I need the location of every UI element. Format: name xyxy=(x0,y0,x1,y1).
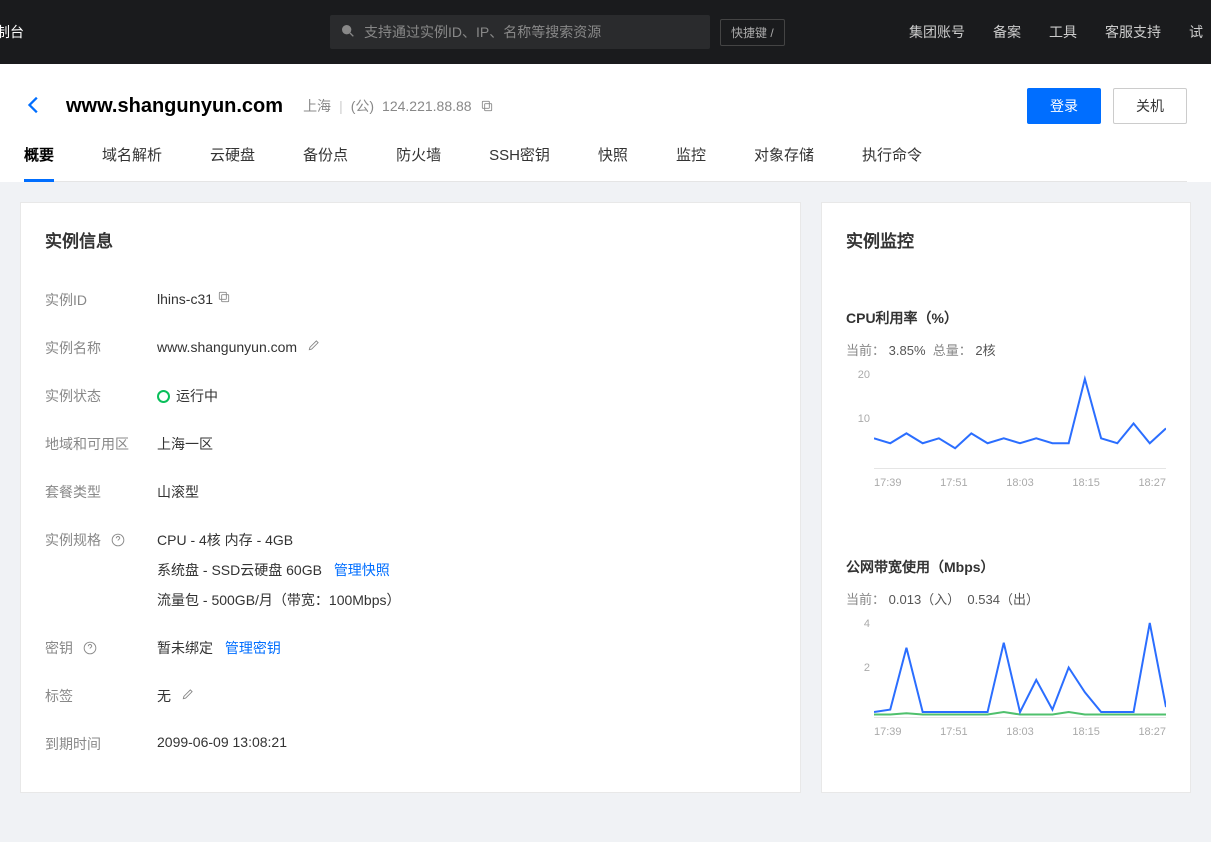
topbar-link-support[interactable]: 客服支持 xyxy=(1105,22,1161,42)
row-plan: 套餐类型 山滚型 xyxy=(45,468,776,516)
cpu-chart-sub: 当前： 3.85% 总量： 2核 xyxy=(846,340,1166,359)
value-key: 暂未绑定 管理密钥 xyxy=(157,638,776,658)
tab-overview[interactable]: 概要 xyxy=(24,144,54,181)
tab-exec[interactable]: 执行命令 xyxy=(862,144,922,181)
topbar-links: 集团账号 备案 工具 客服支持 试 xyxy=(909,22,1211,42)
row-key: 密钥 暂未绑定 管理密钥 xyxy=(45,624,776,672)
label-instance-name: 实例名称 xyxy=(45,338,157,358)
ip-prefix: (公) xyxy=(351,96,374,116)
row-instance-name: 实例名称 www.shangunyun.com xyxy=(45,324,776,372)
copy-icon[interactable] xyxy=(480,99,494,113)
tab-dns[interactable]: 域名解析 xyxy=(102,144,162,181)
topbar-link-try[interactable]: 试 xyxy=(1189,22,1203,42)
value-spec: CPU - 4核 内存 - 4GB 系统盘 - SSD云硬盘 60GB 管理快照… xyxy=(157,530,776,610)
bw-chart: 4 2 17:39 17:51 18:03 18:15 18:27 xyxy=(846,618,1166,738)
page-meta: 上海 | (公) 124.221.88.88 xyxy=(303,96,494,116)
value-zone: 上海一区 xyxy=(157,434,776,454)
row-status: 实例状态 运行中 xyxy=(45,372,776,420)
help-icon[interactable] xyxy=(83,641,97,655)
bw-xaxis: 17:39 17:51 18:03 18:15 18:27 xyxy=(874,726,1166,738)
tab-disk[interactable]: 云硬盘 xyxy=(210,144,255,181)
label-key: 密钥 xyxy=(45,638,157,658)
tab-cos[interactable]: 对象存储 xyxy=(754,144,814,181)
help-icon[interactable] xyxy=(111,533,125,547)
copy-icon[interactable] xyxy=(217,290,231,304)
monitor-card: 实例监控 CPU利用率（%） 当前： 3.85% 总量： 2核 20 10 17… xyxy=(821,202,1191,793)
manage-key-link[interactable]: 管理密钥 xyxy=(225,640,281,656)
tabs: 概要 域名解析 云硬盘 备份点 防火墙 SSH密钥 快照 监控 对象存储 执行命… xyxy=(24,144,1187,182)
search-box[interactable]: 支持通过实例ID、IP、名称等搜索资源 xyxy=(330,15,710,49)
public-ip: 124.221.88.88 xyxy=(382,98,472,114)
tab-backup[interactable]: 备份点 xyxy=(303,144,348,181)
login-button[interactable]: 登录 xyxy=(1027,88,1101,124)
spec-traffic: 流量包 - 500GB/月（带宽：100Mbps） xyxy=(157,590,776,610)
value-expire: 2099-06-09 13:08:21 xyxy=(157,734,776,750)
row-tag: 标签 无 xyxy=(45,672,776,720)
label-plan: 套餐类型 xyxy=(45,482,157,502)
tab-firewall[interactable]: 防火墙 xyxy=(396,144,441,181)
value-instance-id: lhins-c31 xyxy=(157,290,776,307)
bw-chart-sub: 当前： 0.013（入） 0.534（出） xyxy=(846,589,1166,608)
region-label: 上海 xyxy=(303,96,331,116)
content: 实例信息 实例ID lhins-c31 实例名称 www.shangunyun.… xyxy=(0,182,1211,813)
label-tag: 标签 xyxy=(45,686,157,706)
cpu-chart-title: CPU利用率（%） xyxy=(846,308,1166,328)
cpu-chart-block: CPU利用率（%） 当前： 3.85% 总量： 2核 20 10 17:39 1… xyxy=(846,308,1166,489)
cpu-yaxis: 20 10 xyxy=(846,369,870,469)
cpu-chart: 20 10 17:39 17:51 18:03 18:15 18:27 xyxy=(846,369,1166,489)
value-status: 运行中 xyxy=(157,386,776,406)
edit-icon[interactable] xyxy=(307,338,321,352)
topbar-link-tools[interactable]: 工具 xyxy=(1049,22,1077,42)
value-instance-name: www.shangunyun.com xyxy=(157,338,776,355)
label-expire: 到期时间 xyxy=(45,734,157,754)
header-actions: 登录 关机 xyxy=(1027,88,1187,124)
instance-info-title: 实例信息 xyxy=(45,227,776,252)
topbar-link-account[interactable]: 集团账号 xyxy=(909,22,965,42)
page-header: www.shangunyun.com 上海 | (公) 124.221.88.8… xyxy=(0,64,1211,182)
label-zone: 地域和可用区 xyxy=(45,434,157,454)
search-icon xyxy=(340,23,364,42)
tab-snapshot[interactable]: 快照 xyxy=(598,144,628,181)
spec-cpu: CPU - 4核 内存 - 4GB xyxy=(157,530,776,550)
bw-chart-block: 公网带宽使用（Mbps） 当前： 0.013（入） 0.534（出） 4 2 1… xyxy=(846,557,1166,738)
topbar: 制台 支持通过实例ID、IP、名称等搜索资源 快捷键 / 集团账号 备案 工具 … xyxy=(0,0,1211,64)
label-status: 实例状态 xyxy=(45,386,157,406)
cpu-plot xyxy=(874,369,1166,469)
bw-plot xyxy=(874,618,1166,718)
hotkey-badge[interactable]: 快捷键 / xyxy=(720,19,785,46)
label-instance-id: 实例ID xyxy=(45,290,157,310)
row-expire: 到期时间 2099-06-09 13:08:21 xyxy=(45,720,776,768)
bw-yaxis: 4 2 xyxy=(846,618,870,718)
label-spec: 实例规格 xyxy=(45,530,157,550)
manage-snapshot-link[interactable]: 管理快照 xyxy=(334,562,390,578)
page-title: www.shangunyun.com xyxy=(66,95,283,118)
search-placeholder: 支持通过实例ID、IP、名称等搜索资源 xyxy=(364,22,601,42)
console-label[interactable]: 制台 xyxy=(0,22,40,42)
topbar-link-beian[interactable]: 备案 xyxy=(993,22,1021,42)
status-running-icon xyxy=(157,390,170,403)
spec-disk: 系统盘 - SSD云硬盘 60GB 管理快照 xyxy=(157,560,776,580)
row-zone: 地域和可用区 上海一区 xyxy=(45,420,776,468)
shutdown-button[interactable]: 关机 xyxy=(1113,88,1187,124)
bw-chart-title: 公网带宽使用（Mbps） xyxy=(846,557,1166,577)
tab-monitor[interactable]: 监控 xyxy=(676,144,706,181)
back-button[interactable] xyxy=(24,94,46,119)
row-spec: 实例规格 CPU - 4核 内存 - 4GB 系统盘 - SSD云硬盘 60GB… xyxy=(45,516,776,624)
monitor-title: 实例监控 xyxy=(846,227,1166,252)
value-tag: 无 xyxy=(157,686,776,706)
instance-info-card: 实例信息 实例ID lhins-c31 实例名称 www.shangunyun.… xyxy=(20,202,801,793)
row-instance-id: 实例ID lhins-c31 xyxy=(45,276,776,324)
value-plan: 山滚型 xyxy=(157,482,776,502)
cpu-xaxis: 17:39 17:51 18:03 18:15 18:27 xyxy=(874,477,1166,489)
edit-icon[interactable] xyxy=(181,687,195,701)
tab-ssh[interactable]: SSH密钥 xyxy=(489,144,550,181)
